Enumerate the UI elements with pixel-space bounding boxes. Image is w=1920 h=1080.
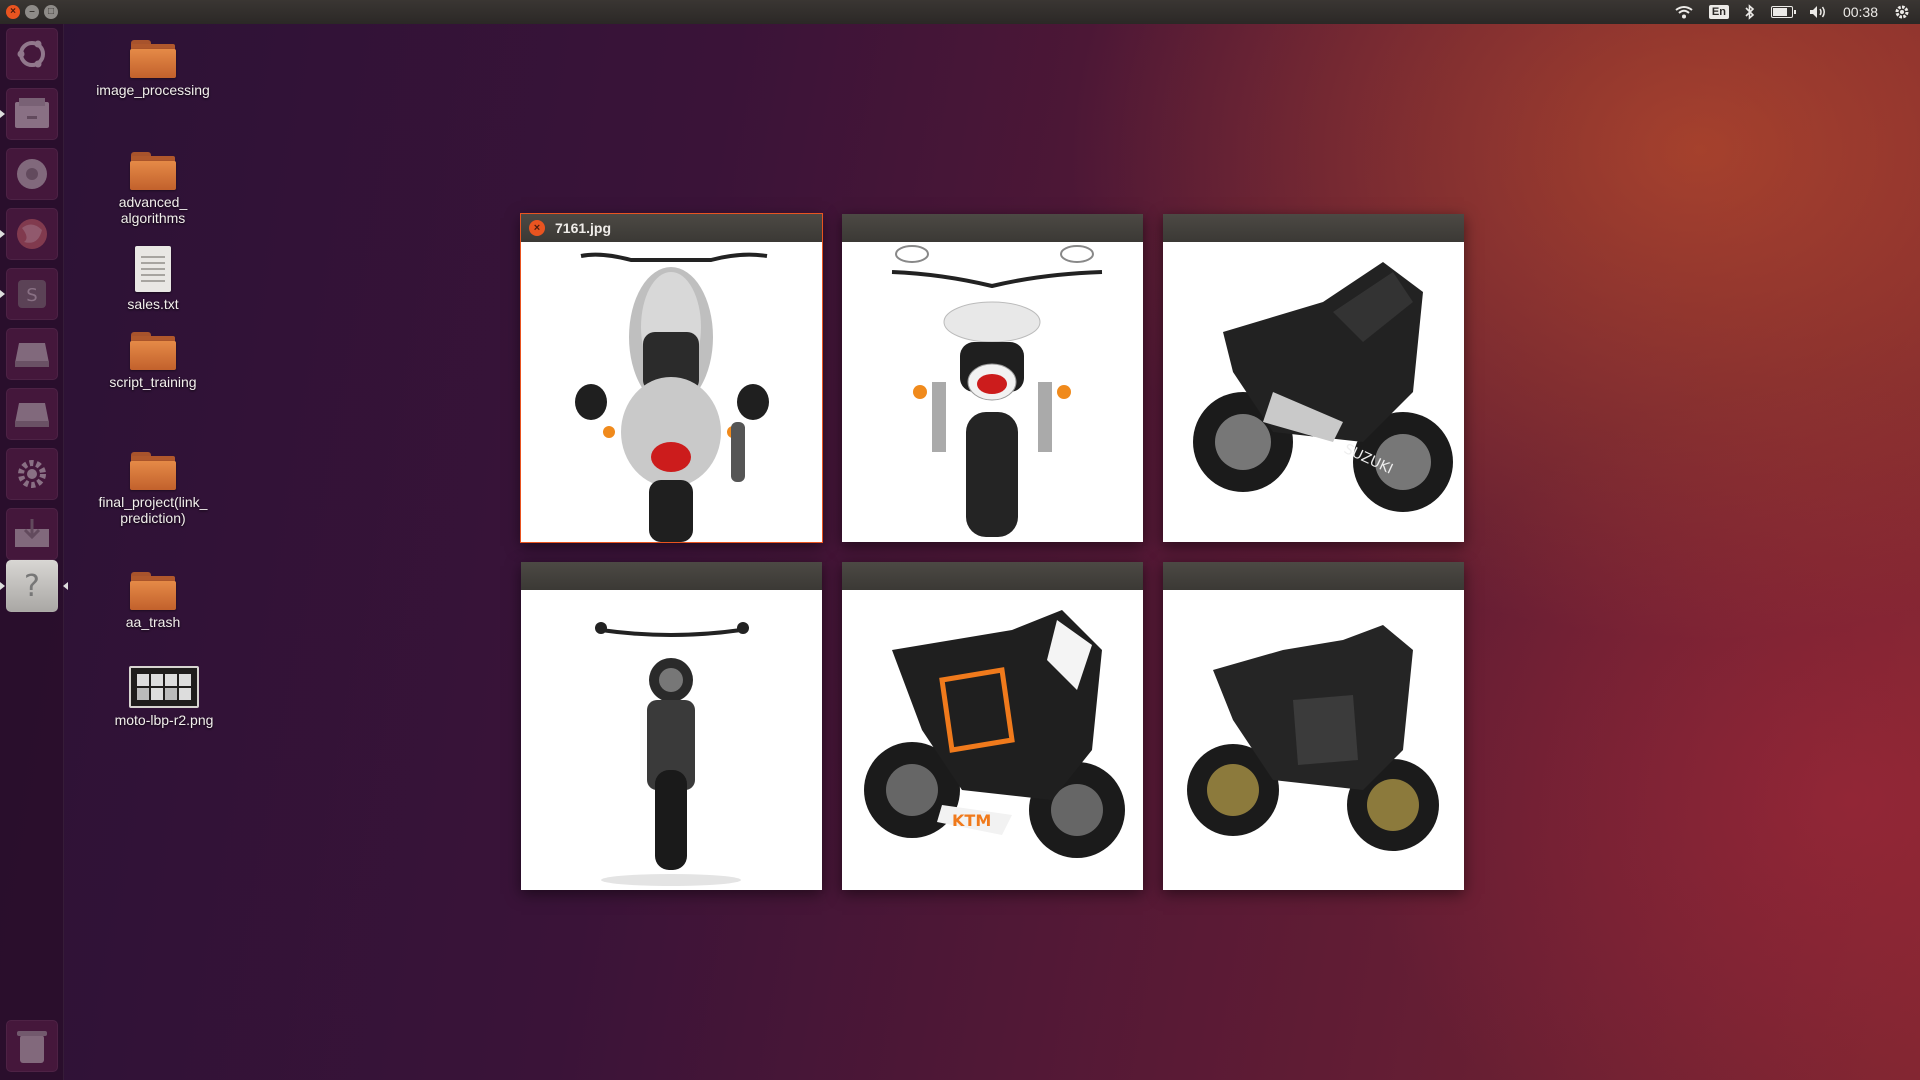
folder-icon [130,452,176,490]
launcher-firefox[interactable] [0,208,58,260]
window-content [842,242,1143,542]
desktop-icon-label: moto-lbp-r2.png [114,712,214,728]
window-content: SUZUKI [1163,242,1464,542]
svg-text:KTM: KTM [952,811,991,830]
battery-icon[interactable] [1770,6,1796,18]
window-titlebar [842,214,1143,242]
launcher-ubuntu-dash[interactable] [6,28,58,80]
drive-icon [15,403,49,427]
wifi-icon[interactable] [1675,5,1693,19]
launcher-downloads[interactable] [6,508,58,560]
launcher-help[interactable]: ? [0,560,68,612]
ubuntu-logo-icon [17,40,45,68]
window-content [521,590,822,890]
window-content [1163,590,1464,890]
close-window-icon[interactable]: × [529,220,545,236]
desktop-folder-aa-trash[interactable]: aa_trash [83,572,223,630]
close-window-button[interactable]: × [6,5,20,19]
spread-window-3[interactable]: SUZUKI [1163,214,1464,542]
keyboard-layout-label: En [1708,5,1729,19]
window-titlebar [521,562,822,590]
window-titlebar: × 7161.jpg [521,214,822,242]
launcher-trash[interactable] [6,1020,58,1072]
launcher-browser[interactable] [6,148,58,200]
desktop-folder-advanced-algorithms[interactable]: advanced_ algorithms [83,152,223,226]
svg-text:?: ? [24,569,40,604]
spread-window-4[interactable] [521,562,822,890]
motorcycle-image [1187,625,1439,851]
spread-window-2[interactable] [842,214,1143,542]
desktop-folder-final-project[interactable]: final_project(link_ prediction) [83,452,223,526]
question-icon: ? [24,569,40,604]
launcher-files[interactable] [0,88,58,140]
folder-icon [130,572,176,610]
volume-icon[interactable] [1809,5,1827,19]
session-gear-icon[interactable] [1894,4,1910,20]
window-title: 7161.jpg [555,220,612,236]
window-titlebar [1163,562,1464,590]
window-controls: × – □ [6,5,58,19]
maximize-window-button[interactable]: □ [44,5,58,19]
desktop-folder-script-training[interactable]: script_training [83,332,223,390]
sublime-icon: S [18,280,46,308]
motorcycle-image [595,622,749,886]
launcher-drive-1[interactable] [6,328,58,380]
motorcycle-image [891,245,1103,537]
window-titlebar [1163,214,1464,242]
folder-icon [130,152,176,190]
bluetooth-icon[interactable] [1745,4,1755,20]
drive-icon [15,343,49,367]
desktop-icon-label: advanced_ algorithms [118,194,188,226]
window-content: KTM [842,590,1143,890]
desktop-file-moto-lbp-png[interactable]: moto-lbp-r2.png [94,666,234,728]
clock[interactable]: 00:38 [1843,4,1878,20]
launcher-system-settings[interactable] [6,448,58,500]
folder-icon [130,40,176,78]
trash-icon [17,1031,47,1063]
download-icon [15,519,49,547]
launcher-sublime-text[interactable]: S [0,268,58,320]
desktop-file-sales-txt[interactable]: sales.txt [83,246,223,312]
chromium-icon [17,159,47,189]
file-manager-icon [15,98,49,128]
desktop-icon-label: script_training [109,374,197,390]
folder-icon [130,332,176,370]
image-file-icon [129,666,199,708]
desktop-icon-label: final_project(link_ prediction) [98,494,208,526]
window-content [521,242,822,542]
minimize-window-button[interactable]: – [25,5,39,19]
text-file-icon [135,246,171,292]
launcher: S ? [0,24,68,1080]
top-panel: × – □ En 00:38 [0,0,1920,24]
gear-icon [18,460,46,488]
svg-text:S: S [26,285,37,306]
motorcycle-image: KTM [864,610,1125,858]
desktop-folder-image-processing[interactable]: image_processing [83,40,223,98]
desktop-icon-label: aa_trash [125,614,181,630]
desktop-icon-label: image_processing [96,82,210,98]
keyboard-layout-indicator[interactable]: En [1708,5,1729,19]
spread-window-6[interactable] [1163,562,1464,890]
motorcycle-image: SUZUKI [1193,262,1453,512]
motorcycle-image [575,252,769,542]
spread-window-5[interactable]: KTM [842,562,1143,890]
firefox-icon [17,219,47,249]
window-titlebar [842,562,1143,590]
desktop-icon-label: sales.txt [127,296,179,312]
indicator-area: En 00:38 [1675,4,1914,20]
launcher-drive-2[interactable] [6,388,58,440]
spread-window-7161-jpg[interactable]: × 7161.jpg [520,213,823,543]
